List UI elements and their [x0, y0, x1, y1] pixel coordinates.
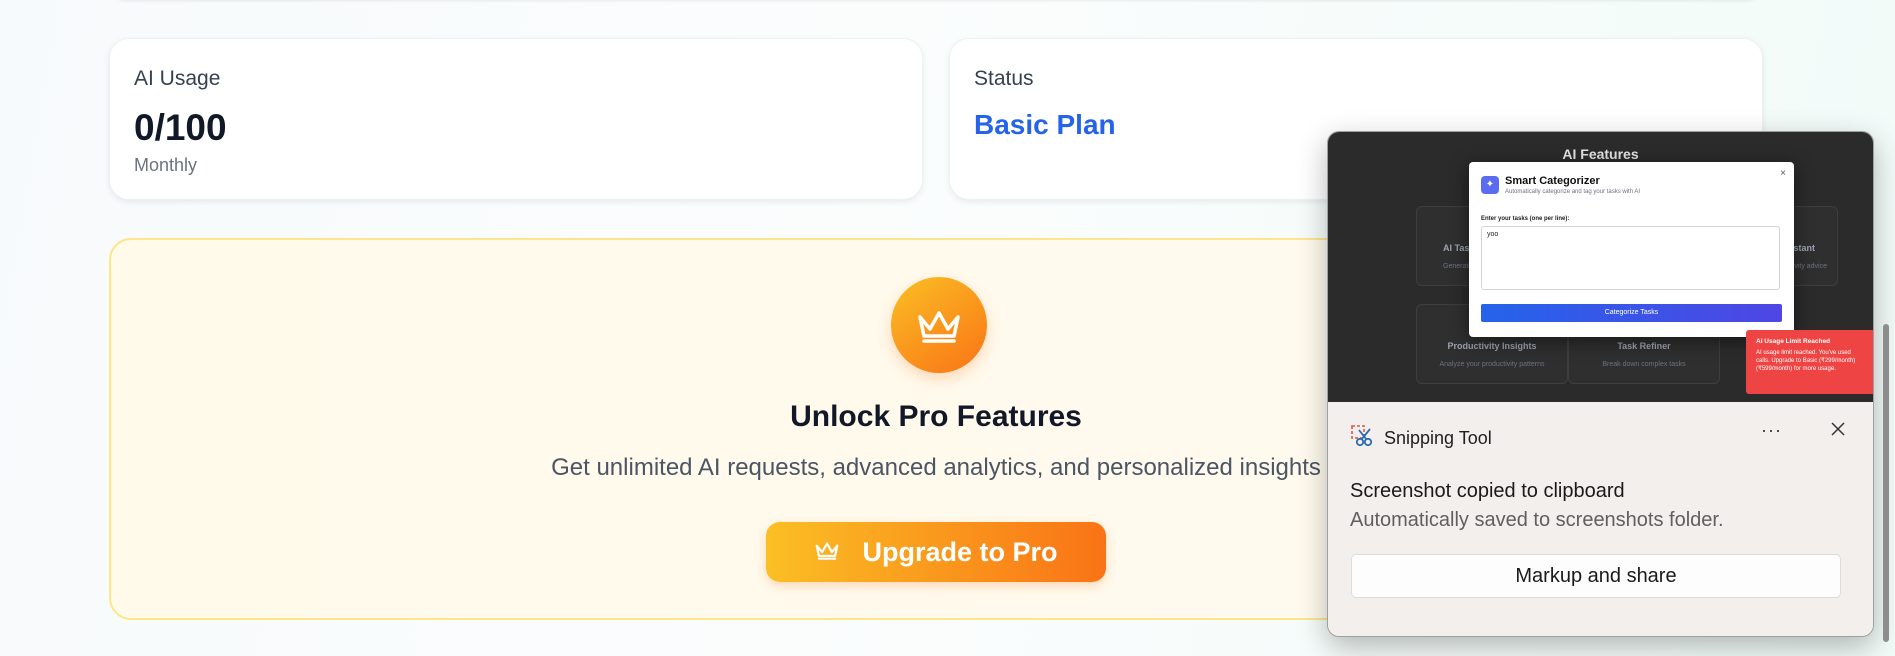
more-options-button[interactable]: ···: [1761, 420, 1782, 441]
snipping-tool-icon: [1350, 424, 1374, 453]
snipping-tool-notification[interactable]: AI Features AI Tas Generate istant ctivi…: [1327, 131, 1874, 637]
sparkle-icon: ✦: [1481, 176, 1499, 194]
ai-usage-value: 0/100: [134, 107, 227, 148]
notification-title: Screenshot copied to clipboard: [1350, 480, 1625, 502]
upgrade-to-pro-button[interactable]: Upgrade to Pro: [766, 522, 1106, 582]
status-label: Status: [974, 67, 1034, 90]
notification-app-header: Snipping Tool: [1350, 424, 1492, 453]
thumbnail-modal: ✦ Smart Categorizer Automatically catego…: [1469, 162, 1794, 337]
scrollbar[interactable]: [1883, 324, 1889, 642]
close-button[interactable]: [1830, 421, 1846, 442]
close-icon: ×: [1780, 168, 1786, 179]
crown-icon: [891, 277, 987, 373]
upgrade-button-label: Upgrade to Pro: [862, 536, 1058, 567]
crown-icon: [814, 539, 840, 566]
ai-usage-label: AI Usage: [134, 67, 221, 90]
app-name: Snipping Tool: [1384, 428, 1492, 448]
thumbnail-header: AI Features: [1562, 146, 1639, 162]
close-icon: [1830, 422, 1846, 441]
ai-usage-card: AI Usage 0/100 Monthly: [109, 38, 923, 200]
thumbnail-alert: AI Usage Limit Reached AI usage limit re…: [1746, 330, 1873, 394]
screenshot-thumbnail[interactable]: AI Features AI Tas Generate istant ctivi…: [1328, 132, 1873, 402]
notification-body: Snipping Tool ··· Screenshot copied to c…: [1328, 402, 1873, 636]
plan-name: Basic Plan: [974, 109, 1116, 140]
markup-and-share-button[interactable]: Markup and share: [1351, 554, 1841, 598]
notification-subtitle: Automatically saved to screenshots folde…: [1350, 509, 1724, 531]
ai-usage-period: Monthly: [134, 155, 198, 175]
